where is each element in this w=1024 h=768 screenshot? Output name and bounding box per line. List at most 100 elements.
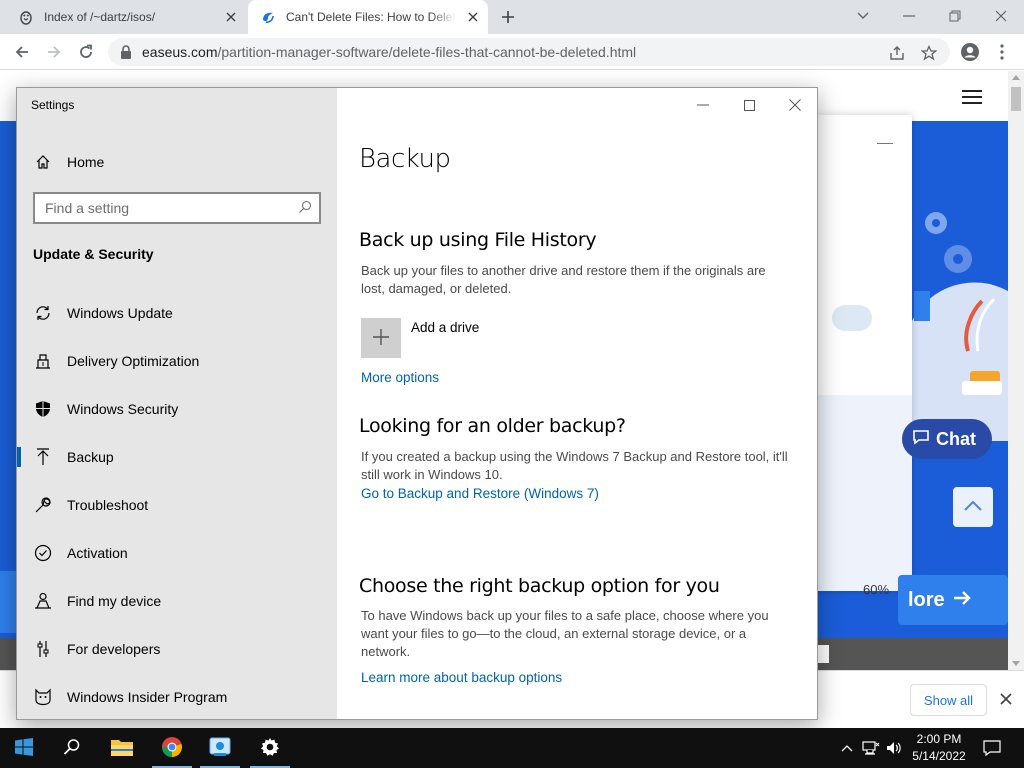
search-icon[interactable] (298, 200, 312, 217)
url-text: easeus.com/partition-manager-software/de… (142, 44, 636, 60)
url-host: easeus.com (142, 44, 218, 60)
learn-more-cta-button[interactable]: lore (898, 575, 1008, 625)
add-drive-button[interactable] (361, 318, 401, 358)
plus-icon (372, 328, 390, 349)
taskbar-search-button[interactable] (48, 728, 96, 768)
nav-backup[interactable]: Backup (17, 433, 337, 481)
section-title: Update & Security (33, 246, 154, 262)
address-bar[interactable]: easeus.com/partition-manager-software/de… (108, 38, 950, 66)
page-scrollbar[interactable] (1008, 71, 1024, 670)
minimize-icon[interactable] (892, 4, 926, 28)
windows-logo-icon (15, 737, 33, 759)
show-all-button[interactable]: Show all (910, 684, 987, 716)
back-arrow-icon[interactable] (10, 40, 34, 64)
tab-index-of-isos[interactable]: Index of /~dartz/isos/ (0, 0, 246, 34)
tab-title: Index of /~dartz/isos/ (44, 10, 156, 24)
chrome-icon (161, 736, 183, 761)
person-locate-icon (33, 592, 53, 610)
lock-icon[interactable] (120, 45, 132, 62)
settings-window: Settings Home Update & Security Windows … (16, 87, 818, 720)
restore-icon[interactable] (938, 4, 972, 28)
nav-find-my-device[interactable]: Find my device (17, 577, 337, 625)
file-history-description: Back up your files to another drive and … (361, 263, 766, 296)
nav-label: Activation (67, 545, 128, 561)
chat-bubble-icon (912, 429, 930, 450)
bookmark-star-icon[interactable] (920, 44, 938, 62)
close-tab-icon[interactable] (464, 8, 482, 26)
tab-cant-delete-files[interactable]: Can't Delete Files: How to Delete (248, 0, 488, 34)
page-title: Backup (359, 144, 451, 174)
backup-arrow-icon (33, 448, 53, 466)
photo-app-icon (209, 737, 231, 760)
nav-windows-insider-program[interactable]: Windows Insider Program (17, 673, 337, 719)
reload-icon[interactable] (74, 40, 98, 64)
forward-arrow-icon[interactable] (42, 40, 66, 64)
maximize-icon[interactable] (737, 96, 761, 114)
chat-label: Chat (936, 428, 976, 449)
gear-icon (260, 737, 280, 760)
taskbar-app-window[interactable] (196, 728, 244, 768)
browser-tab-strip: Index of /~dartz/isos/ Can't Delete File… (0, 0, 1024, 34)
taskbar-settings[interactable] (246, 728, 294, 768)
nav-label: Delivery Optimization (67, 353, 200, 369)
nav-home[interactable]: Home (17, 146, 337, 178)
settings-sidebar: Settings Home Update & Security Windows … (17, 88, 337, 719)
scroll-down-arrow-icon[interactable] (1012, 661, 1020, 666)
tab-search-chevron-icon[interactable] (846, 4, 880, 28)
learn-more-link[interactable]: Learn more about backup options (361, 670, 562, 685)
taskbar-clock[interactable]: 2:00 PM 5/14/2022 (904, 731, 974, 765)
folder-icon (110, 737, 134, 760)
share-icon[interactable] (888, 44, 906, 62)
developer-sliders-icon (33, 640, 53, 658)
sync-icon (33, 304, 53, 322)
volume-icon[interactable] (884, 728, 904, 768)
nav-activation[interactable]: Activation (17, 529, 337, 577)
cloud-icon (832, 305, 872, 331)
choose-backup-heading: Choose the right backup option for you (359, 575, 720, 597)
file-history-heading: Back up using File History (359, 229, 597, 251)
shield-icon (33, 400, 53, 418)
chat-button[interactable]: Chat (902, 419, 992, 459)
nav-label: Find my device (67, 593, 162, 609)
close-shelf-icon[interactable] (997, 690, 1015, 708)
taskbar-file-explorer[interactable] (98, 728, 146, 768)
close-icon[interactable] (783, 96, 807, 114)
nav-windows-update[interactable]: Windows Update (17, 289, 337, 337)
action-center-notification-icon[interactable] (980, 728, 1004, 768)
chrome-menu-icon[interactable] (990, 40, 1014, 64)
find-setting-search-box[interactable] (33, 192, 321, 224)
popup-minimize-icon[interactable] (877, 143, 893, 144)
nav-troubleshoot[interactable]: Troubleshoot (17, 481, 337, 529)
nav-delivery-optimization[interactable]: Delivery Optimization (17, 337, 337, 385)
scroll-up-arrow-icon[interactable] (1012, 75, 1020, 80)
network-icon[interactable] (860, 728, 882, 768)
home-icon (33, 154, 53, 170)
nav-for-developers[interactable]: For developers (17, 625, 337, 673)
minimize-icon[interactable] (691, 96, 715, 114)
close-window-icon[interactable] (984, 4, 1018, 28)
clock-time: 2:00 PM (916, 732, 962, 746)
older-backup-description: If you created a backup using the Window… (361, 449, 788, 482)
scrollbar-thumb[interactable] (1011, 87, 1021, 111)
browser-toolbar: easeus.com/partition-manager-software/de… (0, 34, 1024, 70)
progress-percent: 60% (863, 582, 890, 597)
more-options-link[interactable]: More options (361, 370, 439, 385)
nav-windows-security[interactable]: Windows Security (17, 385, 337, 433)
hamburger-menu-icon[interactable] (962, 90, 982, 104)
profile-avatar-icon[interactable] (958, 40, 982, 64)
backup-and-restore-link[interactable]: Go to Backup and Restore (Windows 7) (361, 486, 599, 501)
promo-popup (817, 115, 912, 591)
new-tab-plus-icon[interactable] (498, 7, 518, 27)
arrow-right-icon (953, 589, 971, 612)
close-tab-icon[interactable] (222, 8, 240, 26)
find-setting-input[interactable] (45, 199, 285, 217)
scroll-to-top-button[interactable] (953, 487, 993, 527)
add-drive-label[interactable]: Add a drive (411, 320, 479, 335)
wrench-icon (33, 496, 53, 514)
taskbar-chrome[interactable] (148, 728, 196, 768)
start-button[interactable] (0, 728, 48, 768)
settings-nav-list: Windows Update Delivery Optimization Win… (17, 289, 337, 719)
show-hidden-icons-chevron-icon[interactable] (838, 728, 856, 768)
easeus-icon (260, 9, 276, 25)
nav-label: Windows Security (67, 401, 179, 417)
